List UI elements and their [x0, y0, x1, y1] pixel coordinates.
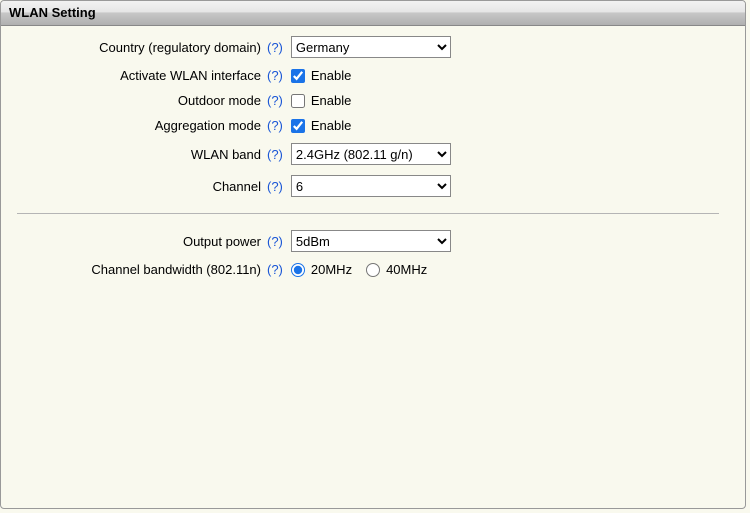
label-aggregation: Aggregation mode	[11, 118, 267, 133]
label-activate: Activate WLAN interface	[11, 68, 267, 83]
checkbox-outdoor[interactable]	[291, 94, 305, 108]
checkbox-activate-label[interactable]: Enable	[291, 68, 351, 83]
row-aggregation: Aggregation mode (?) Enable	[11, 118, 725, 133]
row-channel: Channel (?) 6	[11, 175, 725, 197]
select-band[interactable]: 2.4GHz (802.11 g/n)	[291, 143, 451, 165]
checkbox-aggregation-label[interactable]: Enable	[291, 118, 351, 133]
help-icon[interactable]: (?)	[267, 262, 283, 277]
enable-text: Enable	[311, 68, 351, 83]
help-icon[interactable]: (?)	[267, 40, 283, 55]
row-activate: Activate WLAN interface (?) Enable	[11, 68, 725, 83]
separator	[17, 213, 719, 214]
row-outdoor: Outdoor mode (?) Enable	[11, 93, 725, 108]
label-country: Country (regulatory domain)	[11, 40, 267, 55]
checkbox-activate[interactable]	[291, 69, 305, 83]
label-power: Output power	[11, 234, 267, 249]
label-band: WLAN band	[11, 147, 267, 162]
help-icon[interactable]: (?)	[267, 68, 283, 83]
radio-option[interactable]: 20MHz	[291, 262, 352, 277]
field-aggregation: Enable	[291, 118, 361, 133]
help-icon[interactable]: (?)	[267, 234, 283, 249]
panel-title: WLAN Setting	[1, 1, 745, 26]
row-country: Country (regulatory domain) (?) Germany	[11, 36, 725, 58]
select-country[interactable]: Germany	[291, 36, 451, 58]
field-country: Germany	[291, 36, 451, 58]
field-power: 5dBm	[291, 230, 451, 252]
radio-label-text: 40MHz	[386, 262, 427, 277]
label-outdoor: Outdoor mode	[11, 93, 267, 108]
select-channel[interactable]: 6	[291, 175, 451, 197]
checkbox-aggregation[interactable]	[291, 119, 305, 133]
label-chanbw: Channel bandwidth (802.11n)	[11, 262, 267, 277]
field-chanbw: 20MHz 40MHz	[291, 262, 437, 277]
panel-body: Country (regulatory domain) (?) Germany …	[1, 26, 745, 297]
field-band: 2.4GHz (802.11 g/n)	[291, 143, 451, 165]
field-activate: Enable	[291, 68, 361, 83]
radio-40MHz[interactable]	[366, 263, 380, 277]
help-icon[interactable]: (?)	[267, 93, 283, 108]
row-power: Output power (?) 5dBm	[11, 230, 725, 252]
wlan-setting-panel: WLAN Setting Country (regulatory domain)…	[0, 0, 746, 509]
radio-20MHz[interactable]	[291, 263, 305, 277]
label-channel: Channel	[11, 179, 267, 194]
radio-option[interactable]: 40MHz	[366, 262, 427, 277]
field-outdoor: Enable	[291, 93, 361, 108]
enable-text: Enable	[311, 93, 351, 108]
enable-text: Enable	[311, 118, 351, 133]
row-band: WLAN band (?) 2.4GHz (802.11 g/n)	[11, 143, 725, 165]
field-channel: 6	[291, 175, 451, 197]
help-icon[interactable]: (?)	[267, 179, 283, 194]
select-power[interactable]: 5dBm	[291, 230, 451, 252]
help-icon[interactable]: (?)	[267, 147, 283, 162]
checkbox-outdoor-label[interactable]: Enable	[291, 93, 351, 108]
help-icon[interactable]: (?)	[267, 118, 283, 133]
row-chanbw: Channel bandwidth (802.11n) (?) 20MHz 40M…	[11, 262, 725, 277]
radio-label-text: 20MHz	[311, 262, 352, 277]
